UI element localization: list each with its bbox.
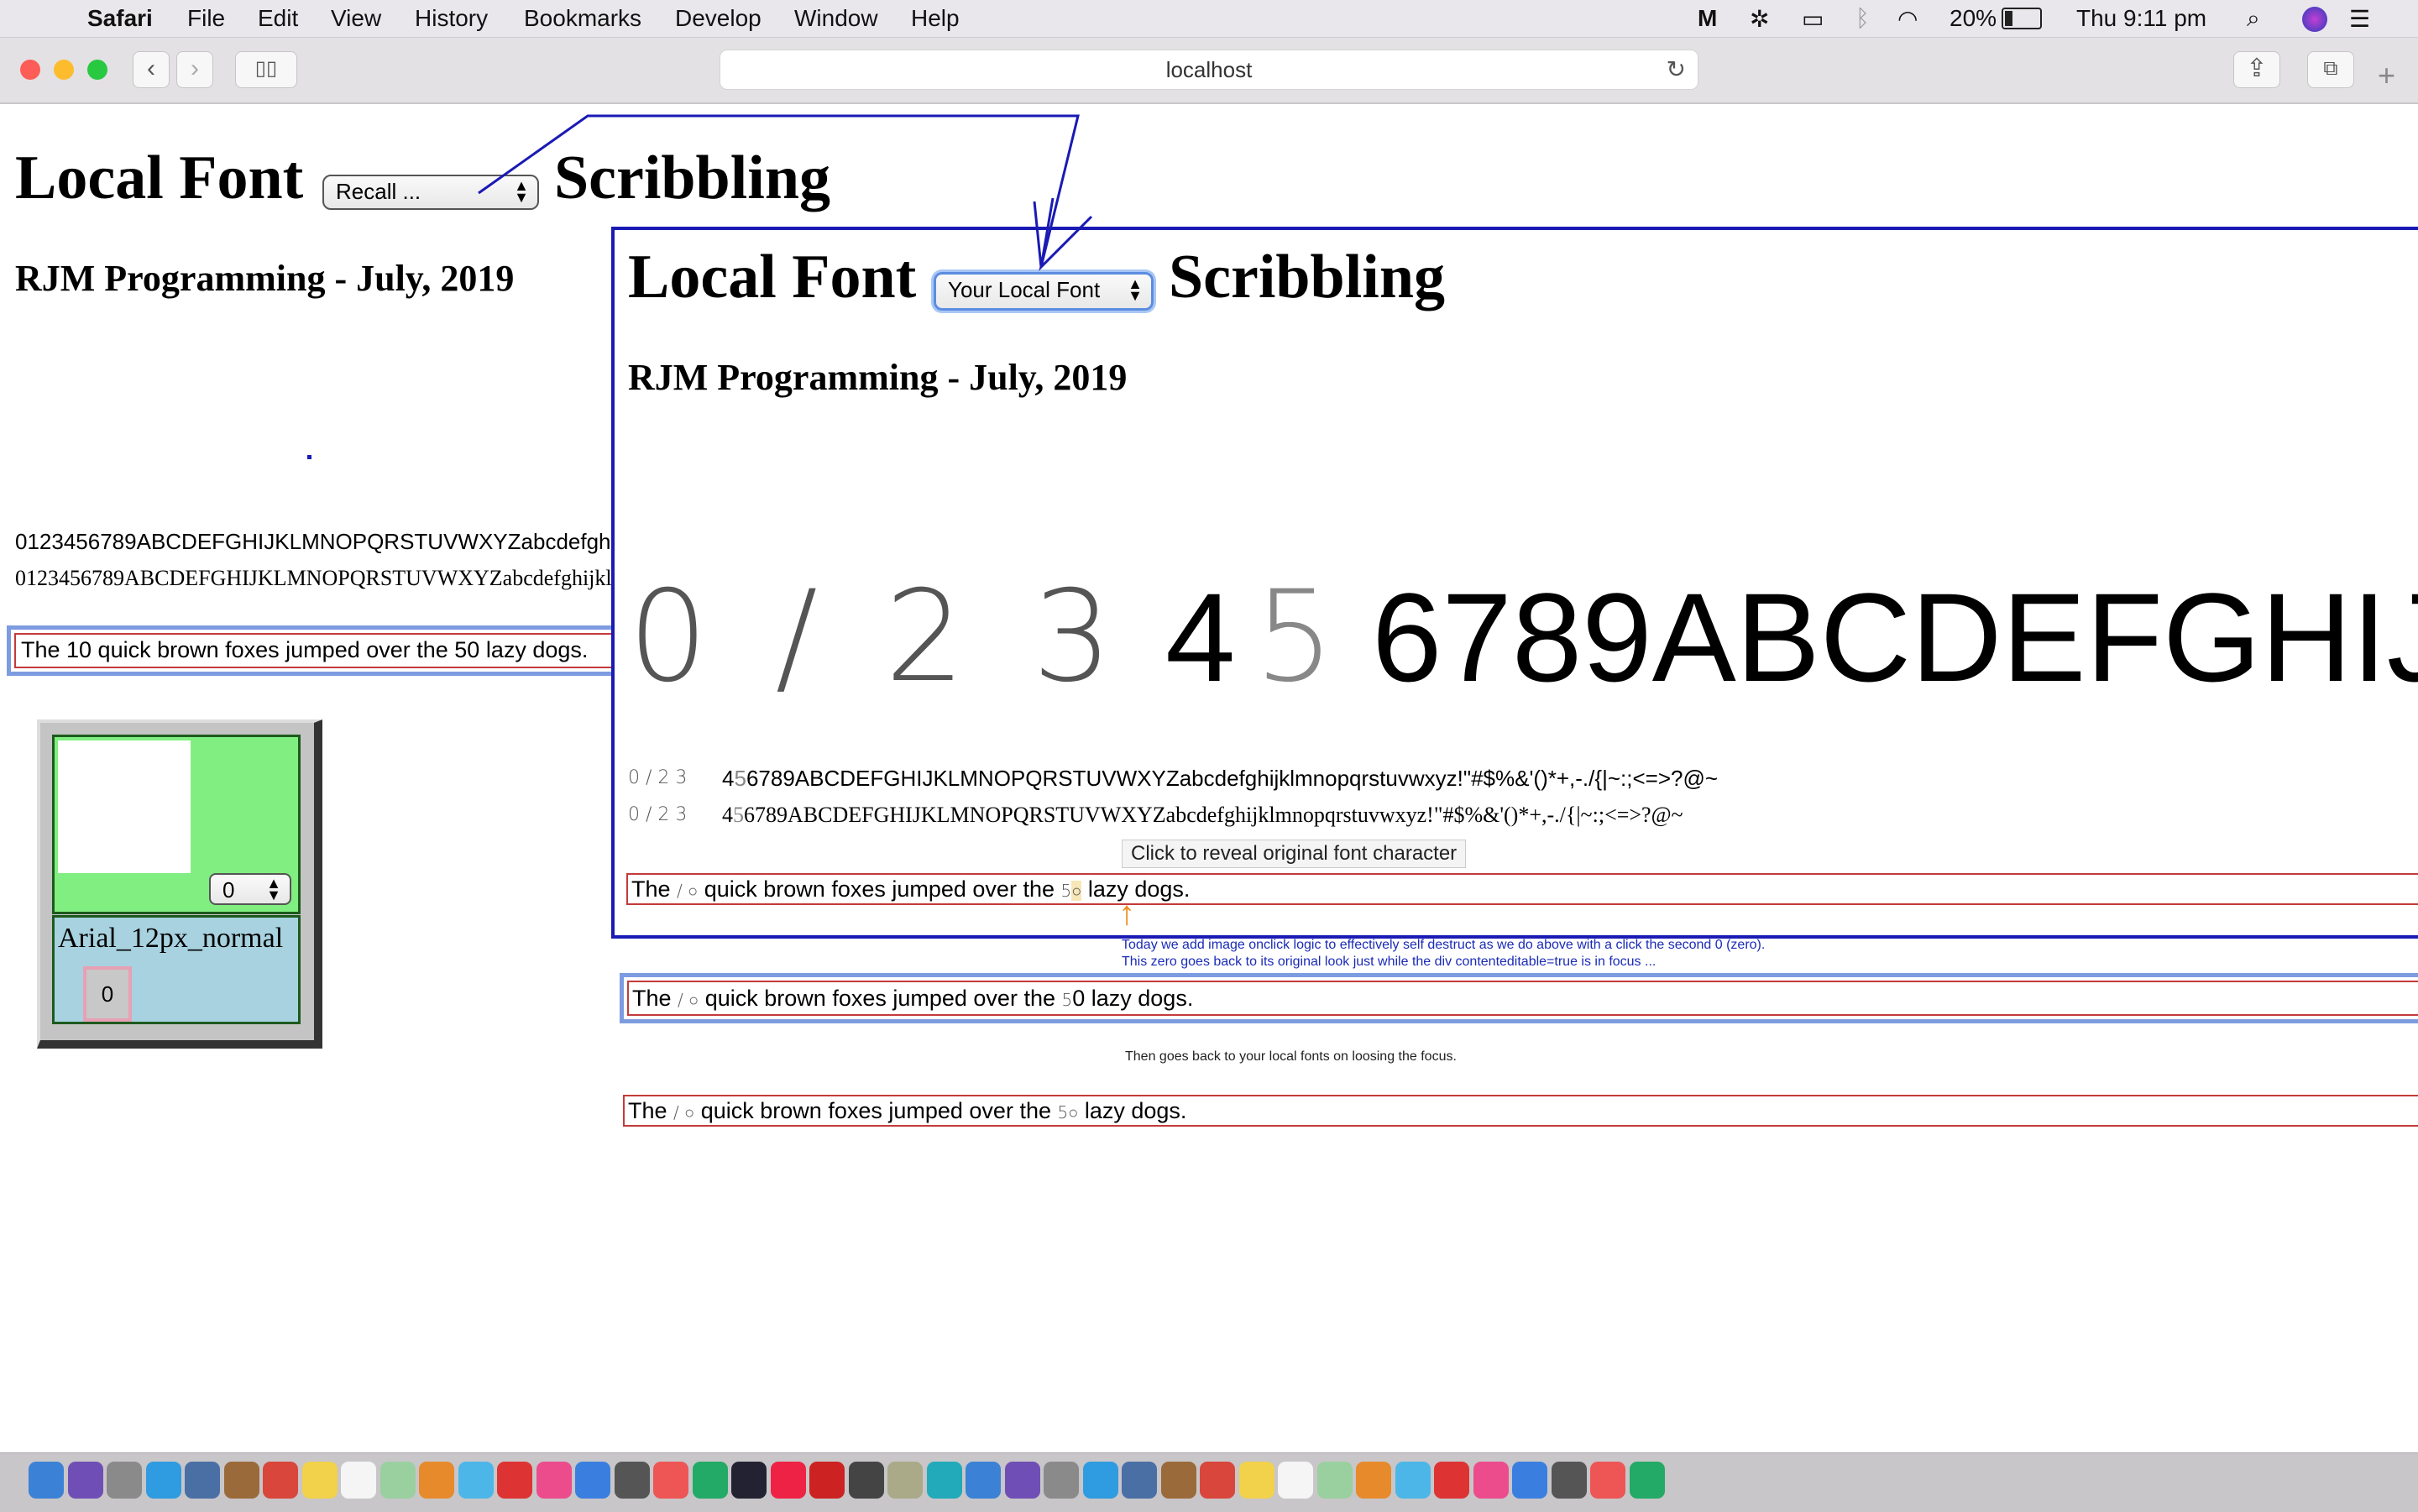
scribble-lines <box>478 114 1093 271</box>
dock-app-icon[interactable] <box>29 1462 64 1499</box>
dock-app-icon[interactable] <box>1004 1462 1040 1499</box>
dock-app-icon[interactable] <box>301 1462 338 1499</box>
dock-app-icon[interactable] <box>67 1462 103 1499</box>
dock-app-icon[interactable] <box>1356 1462 1391 1499</box>
dock-app-icon[interactable] <box>1316 1462 1353 1499</box>
dock-app-icon[interactable] <box>458 1462 494 1499</box>
dock-app-icon[interactable] <box>497 1462 532 1499</box>
dock-app-icon[interactable] <box>575 1462 610 1499</box>
dock-app-icon[interactable] <box>1278 1462 1313 1499</box>
dock <box>0 1452 2418 1512</box>
dock-app-icon[interactable] <box>1473 1462 1509 1499</box>
dock-app-icon[interactable] <box>223 1462 259 1499</box>
dock-app-icon[interactable] <box>341 1462 376 1499</box>
dock-app-icon[interactable] <box>1551 1462 1587 1499</box>
dock-app-icon[interactable] <box>1082 1462 1118 1499</box>
dock-app-icon[interactable] <box>966 1462 1001 1499</box>
dock-app-icon[interactable] <box>770 1462 806 1499</box>
dock-app-icon[interactable] <box>107 1462 142 1499</box>
dock-app-icon[interactable] <box>1160 1462 1196 1499</box>
dock-app-icon[interactable] <box>1044 1462 1079 1499</box>
dock-app-icon[interactable] <box>1238 1462 1274 1499</box>
dock-app-icon[interactable] <box>1629 1462 1665 1499</box>
dock-app-icon[interactable] <box>887 1462 923 1499</box>
dock-app-icon[interactable] <box>185 1462 220 1499</box>
dock-app-icon[interactable] <box>536 1462 572 1499</box>
dock-app-icon[interactable] <box>379 1462 416 1499</box>
dock-app-icon[interactable] <box>419 1462 454 1499</box>
dock-app-icon[interactable] <box>848 1462 884 1499</box>
dock-app-icon[interactable] <box>263 1462 298 1499</box>
dock-app-icon[interactable] <box>731 1462 767 1499</box>
dock-app-icon[interactable] <box>1434 1462 1469 1499</box>
dock-app-icon[interactable] <box>692 1462 728 1499</box>
scribble-path <box>478 114 1093 271</box>
dock-app-icon[interactable] <box>809 1462 845 1499</box>
dock-app-icon[interactable] <box>1395 1462 1431 1499</box>
dock-app-icon[interactable] <box>145 1462 181 1499</box>
dock-app-icon[interactable] <box>653 1462 688 1499</box>
dock-app-icon[interactable] <box>1590 1462 1625 1499</box>
dock-app-icon[interactable] <box>1200 1462 1235 1499</box>
dock-app-icon[interactable] <box>1122 1462 1157 1499</box>
dock-app-icon[interactable] <box>614 1462 650 1499</box>
dock-app-icon[interactable] <box>926 1462 962 1499</box>
dock-app-icon[interactable] <box>1512 1462 1547 1499</box>
